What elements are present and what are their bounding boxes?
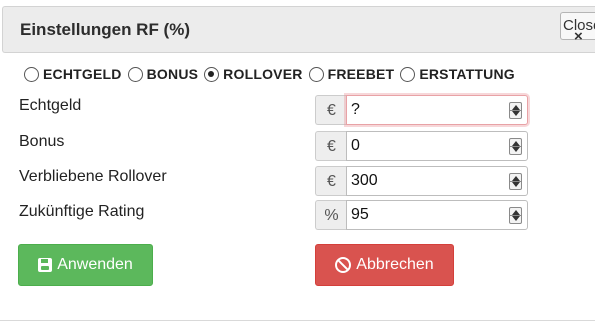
spinner-arrows-icon[interactable] bbox=[509, 102, 522, 119]
cancel-button-label: Abbrechen bbox=[356, 256, 434, 273]
radio-option-rollover[interactable]: ROLLOVER bbox=[204, 66, 302, 82]
radio-label: ERSTATTUNG bbox=[419, 66, 515, 82]
settings-dialog: Einstellungen RF (%) Close × ECHTGELD BO… bbox=[0, 0, 595, 321]
bet-type-radio-group: ECHTGELD BONUS ROLLOVER FREEBET ERSTATTU… bbox=[24, 65, 521, 83]
apply-button-label: Anwenden bbox=[57, 256, 133, 273]
dialog-title: Einstellungen RF (%) bbox=[20, 20, 190, 39]
radio-label: ROLLOVER bbox=[223, 66, 303, 82]
radio-label: ECHTGELD bbox=[43, 66, 122, 82]
echtgeld-value: ? bbox=[351, 101, 360, 118]
dialog-header: Einstellungen RF (%) bbox=[2, 6, 595, 53]
spinner-arrows-icon[interactable] bbox=[509, 173, 522, 190]
radio-label: BONUS bbox=[146, 66, 199, 82]
bonus-value: 0 bbox=[351, 137, 360, 154]
euro-addon: € bbox=[315, 131, 347, 161]
euro-addon: € bbox=[315, 166, 347, 196]
radio-option-bonus[interactable]: BONUS bbox=[127, 66, 199, 82]
ban-icon bbox=[335, 257, 352, 273]
radio-button[interactable] bbox=[127, 66, 143, 82]
radio-button[interactable] bbox=[24, 66, 39, 82]
radio-button-selected[interactable] bbox=[204, 66, 220, 82]
echtgeld-label: Echtgeld bbox=[19, 97, 82, 114]
radio-label: FREEBET bbox=[327, 66, 395, 82]
save-icon bbox=[38, 258, 53, 272]
bonus-label: Bonus bbox=[19, 133, 65, 150]
percent-addon: % bbox=[315, 200, 347, 230]
future-rating-input[interactable]: 95 bbox=[346, 200, 528, 230]
spinner-arrows-icon[interactable] bbox=[509, 207, 522, 224]
radio-button[interactable] bbox=[400, 66, 416, 82]
echtgeld-input[interactable]: ? bbox=[346, 95, 528, 125]
apply-button[interactable]: Anwenden bbox=[18, 244, 153, 286]
spinner-arrows-icon[interactable] bbox=[509, 138, 522, 155]
radio-option-freebet[interactable]: FREEBET bbox=[308, 66, 395, 82]
radio-option-erstattung[interactable]: ERSTATTUNG bbox=[400, 66, 515, 82]
remaining-rollover-input[interactable]: 300 bbox=[346, 166, 528, 196]
close-icon[interactable]: × bbox=[574, 29, 583, 45]
remaining-rollover-value: 300 bbox=[351, 172, 378, 189]
future-rating-value: 95 bbox=[351, 206, 369, 223]
remaining-rollover-label: Verbliebene Rollover bbox=[19, 168, 167, 185]
radio-option-echtgeld[interactable]: ECHTGELD bbox=[24, 66, 122, 82]
cancel-button[interactable]: Abbrechen bbox=[315, 244, 454, 286]
radio-button[interactable] bbox=[308, 66, 324, 82]
future-rating-label: Zukünftige Rating bbox=[19, 203, 145, 220]
bonus-input[interactable]: 0 bbox=[346, 131, 528, 161]
euro-addon: € bbox=[315, 95, 347, 125]
